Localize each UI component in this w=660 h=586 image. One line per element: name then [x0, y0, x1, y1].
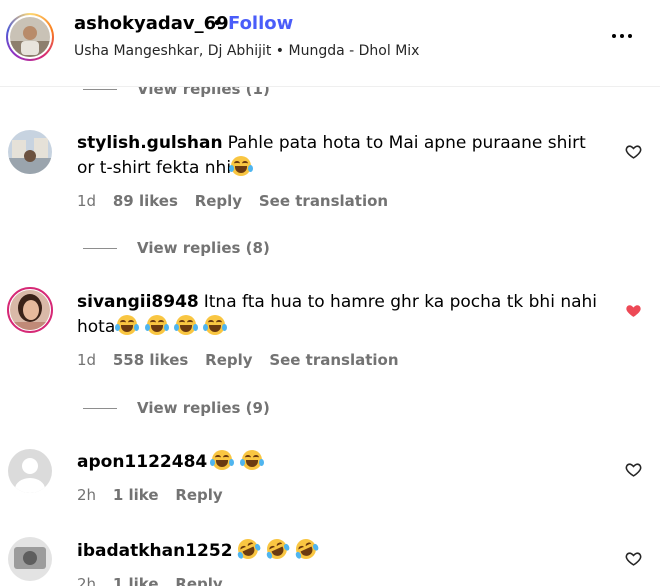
- comment-likes[interactable]: 1 like: [113, 575, 159, 586]
- face-with-tears-of-joy-icon: [174, 315, 199, 335]
- comment-time: 2h: [77, 486, 97, 504]
- more-dot: [620, 34, 624, 38]
- face-with-tears-of-joy-icon: [239, 450, 264, 470]
- post-header: ashokyadav_69 • Follow Usha Mangeshkar, …: [0, 0, 660, 87]
- heart-icon-liked[interactable]: [625, 302, 642, 319]
- view-replies-button[interactable]: View replies (8): [83, 239, 270, 257]
- comment-username[interactable]: stylish.gulshan: [77, 133, 223, 153]
- reply-button[interactable]: Reply: [175, 575, 222, 586]
- commenter-avatar[interactable]: [8, 130, 52, 174]
- face-with-tears-of-joy-icon: [229, 156, 254, 176]
- author-avatar[interactable]: [6, 13, 54, 61]
- view-replies-button[interactable]: View replies (9): [83, 399, 270, 417]
- commenter-avatar[interactable]: [8, 537, 52, 581]
- rolling-on-floor-laughing-icon: [263, 535, 291, 563]
- replies-divider-line: [83, 408, 117, 409]
- comment-likes[interactable]: 558 likes: [113, 351, 189, 369]
- face-with-tears-of-joy-icon: [210, 450, 235, 470]
- commenter-avatar-image: [10, 290, 50, 330]
- comment-meta: 2h 1 like Reply: [77, 486, 235, 504]
- replies-divider-line: [83, 248, 117, 249]
- face-with-tears-of-joy-icon: [144, 315, 169, 335]
- comment-text: apon1122484: [77, 450, 607, 475]
- more-dot: [612, 34, 616, 38]
- comment-meta: 1d 89 likes Reply See translation: [77, 192, 400, 210]
- see-translation-button[interactable]: See translation: [269, 351, 398, 369]
- comment-username[interactable]: ibadatkhan1252: [77, 541, 233, 561]
- commenter-avatar-image: [8, 130, 52, 174]
- commenter-avatar-image: [8, 537, 52, 581]
- comment-time: 2h: [77, 575, 97, 586]
- view-replies-label: View replies (8): [137, 239, 270, 257]
- more-options-icon[interactable]: [612, 26, 636, 46]
- comment-meta: 2h 1 like Reply: [77, 575, 235, 586]
- author-avatar-image: [10, 17, 50, 57]
- follow-button[interactable]: Follow: [228, 13, 293, 34]
- rolling-on-floor-laughing-icon: [293, 535, 320, 563]
- audio-track-label[interactable]: Usha Mangeshkar, Dj Abhijit • Mungda - D…: [74, 43, 419, 59]
- see-translation-button[interactable]: See translation: [259, 192, 388, 210]
- commenter-avatar[interactable]: [8, 449, 52, 493]
- heart-icon[interactable]: [625, 143, 642, 160]
- face-with-tears-of-joy-icon: [203, 315, 228, 335]
- comment-username[interactable]: apon1122484: [77, 452, 207, 472]
- comment-username[interactable]: sivangii8948: [77, 292, 199, 312]
- comment-likes[interactable]: 89 likes: [113, 192, 178, 210]
- avatar-inner: [8, 15, 52, 59]
- comment-text: sivangii8948 Itna fta hua to hamre ghr ka…: [77, 290, 607, 340]
- reply-button[interactable]: Reply: [205, 351, 252, 369]
- rolling-on-floor-laughing-icon: [234, 535, 261, 563]
- comment-likes[interactable]: 1 like: [113, 486, 159, 504]
- replies-divider-line: [83, 89, 117, 90]
- comment-text: ibadatkhan1252: [77, 535, 607, 564]
- view-replies-label: View replies (9): [137, 399, 270, 417]
- comment-time: 1d: [77, 351, 97, 369]
- face-with-tears-of-joy-icon: [115, 315, 140, 335]
- default-avatar-icon: [8, 449, 52, 493]
- heart-icon[interactable]: [625, 550, 642, 567]
- author-username[interactable]: ashokyadav_69: [74, 13, 229, 34]
- comment-time: 1d: [77, 192, 97, 210]
- commenter-avatar[interactable]: [7, 287, 53, 333]
- comment-meta: 1d 558 likes Reply See translation: [77, 351, 411, 369]
- heart-icon[interactable]: [625, 461, 642, 478]
- more-dot: [628, 34, 632, 38]
- reply-button[interactable]: Reply: [195, 192, 242, 210]
- header-separator: •: [212, 13, 223, 34]
- reply-button[interactable]: Reply: [175, 486, 222, 504]
- comment-text: stylish.gulshan Pahle pata hota to Mai ap…: [77, 131, 607, 181]
